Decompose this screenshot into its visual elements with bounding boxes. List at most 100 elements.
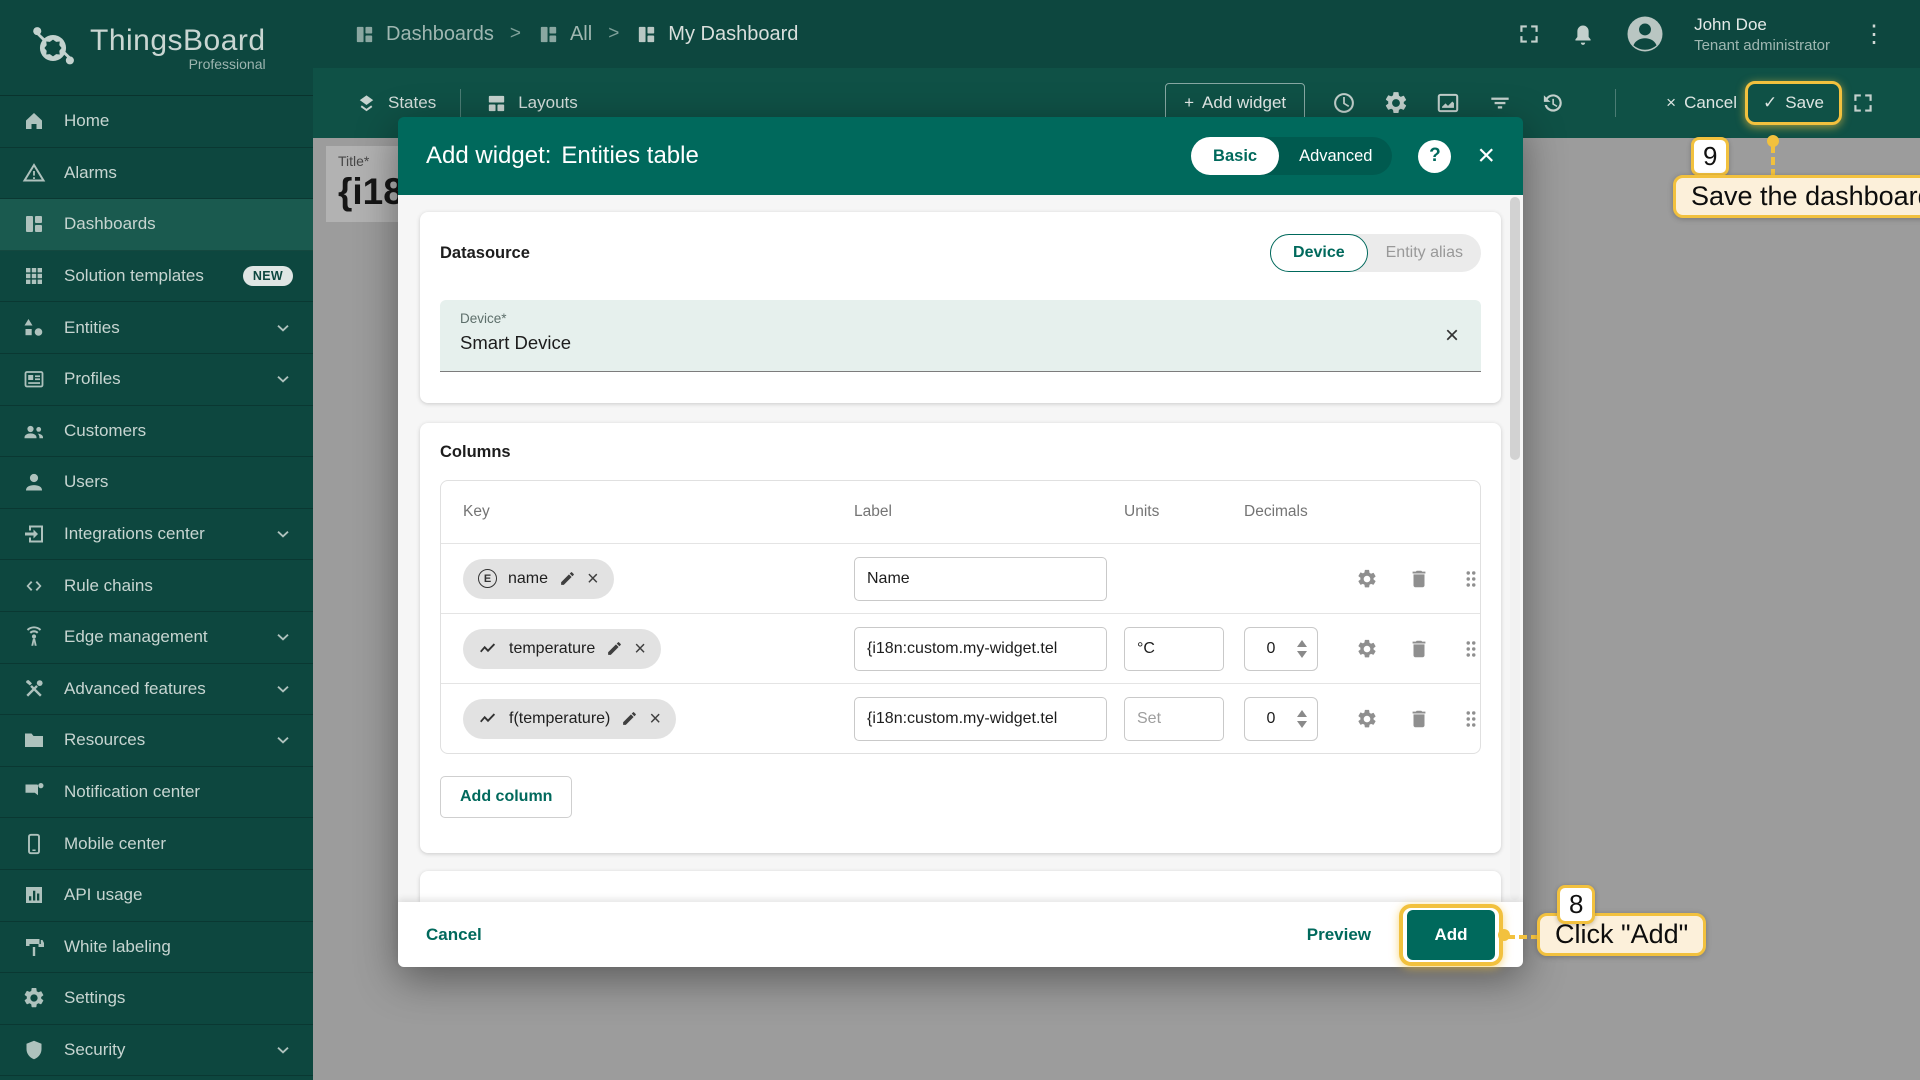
brand-name: ThingsBoard	[90, 23, 266, 57]
brand-logo[interactable]: ThingsBoard Professional	[0, 0, 313, 96]
toggle-entity-alias[interactable]: Entity alias	[1368, 244, 1481, 262]
version-history-icon[interactable]	[1539, 90, 1565, 116]
decimals-stepper[interactable]: 0	[1244, 626, 1318, 671]
dialog-header: Add widget: Entities table Basic Advance…	[398, 117, 1523, 195]
drag-handle-icon[interactable]	[1460, 568, 1482, 590]
units-input[interactable]	[1124, 626, 1224, 671]
manage-widgets-icon[interactable]	[1435, 90, 1461, 116]
user-name: John Doe	[1694, 14, 1767, 34]
more-options-kebab-icon[interactable]: ⋮	[1858, 20, 1890, 49]
sidebar-item-profiles[interactable]: Profiles	[0, 354, 313, 406]
states-button[interactable]: States	[355, 92, 436, 115]
remove-key-icon[interactable]: ×	[587, 569, 599, 589]
remove-key-icon[interactable]: ×	[649, 709, 661, 729]
dashboard-icon	[635, 23, 658, 46]
chevron-down-icon	[273, 369, 293, 389]
sidebar-item-customers[interactable]: Customers	[0, 406, 313, 458]
step9-callout-label: Save the dashboard	[1673, 175, 1920, 218]
sidebar-item-integrations-center[interactable]: Integrations center	[0, 509, 313, 561]
delete-column-trash-icon[interactable]	[1408, 638, 1430, 660]
settings-gear-icon	[22, 986, 46, 1010]
sidebar-item-resources[interactable]: Resources	[0, 715, 313, 767]
breadcrumb-dashboards[interactable]: Dashboards	[353, 23, 494, 46]
sidebar-item-api-usage[interactable]: API usage	[0, 870, 313, 922]
user-menu[interactable]: John Doe Tenant administrator	[1694, 15, 1830, 54]
entity-aliases-filter-icon[interactable]	[1487, 90, 1513, 116]
remove-key-icon[interactable]: ×	[634, 639, 646, 659]
sidebar-item-white-labeling[interactable]: White labeling	[0, 922, 313, 974]
user-avatar[interactable]	[1624, 13, 1666, 55]
edge-management-icon	[22, 625, 46, 649]
decrement-icon[interactable]	[1297, 720, 1307, 728]
dialog-add-button[interactable]: Add	[1407, 909, 1495, 960]
save-dashboard-button[interactable]: ✓ Save	[1763, 93, 1824, 113]
drag-handle-icon[interactable]	[1460, 638, 1482, 660]
device-select-field[interactable]: Device* Smart Device ×	[440, 300, 1481, 372]
modal-scrollbar-thumb[interactable]	[1510, 197, 1520, 460]
delete-column-trash-icon[interactable]	[1408, 708, 1430, 730]
tab-advanced[interactable]: Advanced	[1279, 147, 1392, 166]
sidebar-item-alarms[interactable]: Alarms	[0, 148, 313, 200]
units-input[interactable]	[1124, 696, 1224, 741]
label-input[interactable]	[854, 556, 1107, 601]
breadcrumb-all[interactable]: All	[537, 23, 592, 46]
delete-column-trash-icon[interactable]	[1408, 568, 1430, 590]
columns-heading: Columns	[440, 443, 511, 461]
sidebar-item-users[interactable]: Users	[0, 457, 313, 509]
breadcrumb-my-dashboard[interactable]: My Dashboard	[635, 23, 798, 46]
edit-pencil-icon[interactable]	[606, 640, 623, 657]
add-column-button[interactable]: Add column	[440, 776, 573, 818]
edit-pencil-icon[interactable]	[559, 570, 576, 587]
chevron-down-icon	[273, 524, 293, 544]
decrement-icon[interactable]	[1297, 650, 1307, 658]
key-chip-temperature[interactable]: temperature ×	[463, 628, 661, 669]
dashboard-icon	[353, 23, 376, 46]
cancel-edit-button[interactable]: × Cancel	[1666, 93, 1737, 113]
key-chip-name[interactable]: E name ×	[463, 558, 614, 599]
white-labeling-icon	[22, 935, 46, 959]
sidebar-item-settings[interactable]: Settings	[0, 973, 313, 1025]
increment-icon[interactable]	[1297, 709, 1307, 717]
key-chip-f-temperature[interactable]: f(temperature) ×	[463, 698, 677, 739]
clear-device-icon[interactable]: ×	[1445, 324, 1459, 348]
column-settings-gear-icon[interactable]	[1356, 638, 1378, 660]
tab-basic[interactable]: Basic	[1191, 137, 1280, 175]
sidebar-item-label: Advanced features	[64, 678, 206, 698]
sidebar-item-edge-management[interactable]: Edge management	[0, 612, 313, 664]
sidebar-item-notification-center[interactable]: Notification center	[0, 767, 313, 819]
drag-handle-icon[interactable]	[1460, 708, 1482, 730]
breadcrumb: Dashboards > All > My Dashboard	[353, 23, 798, 46]
layouts-button[interactable]: Layouts	[485, 92, 578, 115]
stepper-arrows[interactable]	[1297, 709, 1317, 728]
dashboard-settings-gear-icon[interactable]	[1383, 90, 1409, 116]
label-input[interactable]	[854, 626, 1107, 671]
toggle-device[interactable]: Device	[1270, 234, 1368, 272]
close-icon[interactable]: ×	[1477, 141, 1495, 171]
timewindow-clock-icon[interactable]	[1331, 90, 1357, 116]
help-icon[interactable]: ?	[1418, 139, 1452, 173]
sidebar-item-advanced-features[interactable]: Advanced features	[0, 664, 313, 716]
fullscreen-icon[interactable]	[1516, 21, 1542, 47]
step9-number-badge: 9	[1691, 137, 1730, 176]
column-settings-gear-icon[interactable]	[1356, 708, 1378, 730]
sidebar-item-dashboards[interactable]: Dashboards	[0, 199, 313, 251]
sidebar-item-solution-templates[interactable]: Solution templates NEW	[0, 251, 313, 303]
api-usage-icon	[22, 883, 46, 907]
stepper-arrows[interactable]	[1297, 639, 1317, 658]
dialog-title-prefix: Add widget:	[426, 142, 552, 169]
sidebar-item-security[interactable]: Security	[0, 1025, 313, 1077]
chevron-down-icon	[273, 679, 293, 699]
increment-icon[interactable]	[1297, 639, 1307, 647]
notifications-bell-icon[interactable]	[1570, 21, 1596, 47]
label-input[interactable]	[854, 696, 1107, 741]
sidebar-item-home[interactable]: Home	[0, 96, 313, 148]
sidebar-item-mobile-center[interactable]: Mobile center	[0, 818, 313, 870]
edit-fullscreen-icon[interactable]	[1850, 90, 1876, 116]
column-settings-gear-icon[interactable]	[1356, 568, 1378, 590]
preview-button[interactable]: Preview	[1307, 925, 1371, 945]
dialog-cancel-button[interactable]: Cancel	[426, 925, 482, 945]
decimals-stepper[interactable]: 0	[1244, 696, 1318, 741]
edit-pencil-icon[interactable]	[621, 710, 638, 727]
sidebar-item-rule-chains[interactable]: Rule chains	[0, 560, 313, 612]
sidebar-item-entities[interactable]: Entities	[0, 302, 313, 354]
